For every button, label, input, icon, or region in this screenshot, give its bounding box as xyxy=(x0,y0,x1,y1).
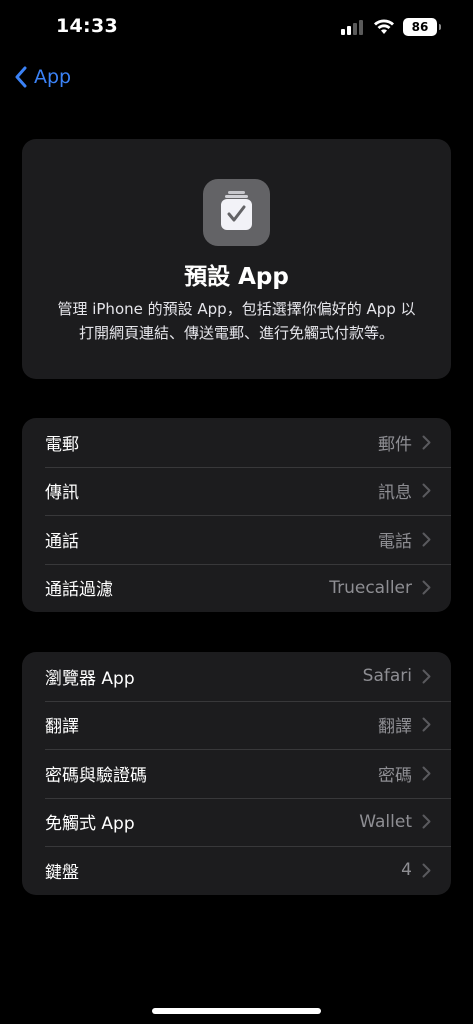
wifi-icon xyxy=(374,19,394,34)
description-line-1: 管理 iPhone 的預設 App，包括選擇你偏好的 App 以 xyxy=(57,300,416,318)
chevron-right-icon xyxy=(422,669,431,684)
home-indicator[interactable] xyxy=(152,1008,321,1014)
chevron-right-icon xyxy=(422,483,431,498)
row-label: 鍵盤 xyxy=(45,862,79,883)
chevron-right-icon xyxy=(422,580,431,595)
chevron-left-icon xyxy=(15,66,27,88)
row-label: 通話 xyxy=(45,531,79,552)
row-label: 瀏覽器 App xyxy=(45,668,135,689)
row-label: 電郵 xyxy=(45,434,79,455)
row-keyboards[interactable]: 鍵盤 4 xyxy=(22,846,451,895)
row-value: Wallet xyxy=(359,811,412,832)
row-value: 密碼 xyxy=(378,765,412,786)
description-line-2: 打開網頁連結、傳送電郵、進行免觸式付款等。 xyxy=(78,324,394,342)
battery-icon: 86 xyxy=(403,18,441,36)
back-label: App xyxy=(34,66,72,88)
header-card: 預設 App 管理 iPhone 的預設 App，包括選擇你偏好的 App 以 … xyxy=(22,139,451,379)
row-label: 免觸式 App xyxy=(45,814,135,835)
row-call-filtering[interactable]: 通話過濾 Truecaller xyxy=(22,563,451,613)
row-value: 郵件 xyxy=(378,434,412,455)
chevron-right-icon xyxy=(422,766,431,781)
chevron-right-icon xyxy=(422,717,431,732)
row-label: 通話過濾 xyxy=(45,580,113,601)
chevron-right-icon xyxy=(422,532,431,547)
row-value: 4 xyxy=(401,860,412,881)
row-translation[interactable]: 翻譯 翻譯 xyxy=(22,700,451,750)
status-time: 14:33 xyxy=(56,15,118,37)
row-label: 傳訊 xyxy=(45,483,79,504)
page-title: 預設 App xyxy=(184,264,289,290)
row-calls[interactable]: 通話 電話 xyxy=(22,515,451,564)
status-indicators: 86 xyxy=(341,18,441,36)
row-value: Truecaller xyxy=(329,577,412,598)
row-messaging[interactable]: 傳訊 訊息 xyxy=(22,466,451,516)
chevron-right-icon xyxy=(422,814,431,829)
row-passwords[interactable]: 密碼與驗證碼 密碼 xyxy=(22,749,451,798)
settings-group-apps: 瀏覽器 App Safari 翻譯 翻譯 密碼與驗證碼 密碼 免觸式 App W… xyxy=(22,652,451,895)
back-button[interactable]: App xyxy=(14,62,71,92)
row-mail[interactable]: 電郵 郵件 xyxy=(22,418,451,467)
page-description: 管理 iPhone 的預設 App，包括選擇你偏好的 App 以 打開網頁連結、… xyxy=(46,297,427,345)
settings-group-communication: 電郵 郵件 傳訊 訊息 通話 電話 通話過濾 Truecaller xyxy=(22,418,451,612)
status-bar: 14:33 86 xyxy=(0,0,473,56)
row-value: Safari xyxy=(362,666,412,687)
row-contactless-app[interactable]: 免觸式 App Wallet xyxy=(22,797,451,847)
default-apps-icon xyxy=(203,179,270,246)
chevron-right-icon xyxy=(422,863,431,878)
row-value: 翻譯 xyxy=(378,717,412,738)
chevron-right-icon xyxy=(422,435,431,450)
row-browser-app[interactable]: 瀏覽器 App Safari xyxy=(22,652,451,701)
row-label: 翻譯 xyxy=(45,717,79,738)
row-value: 訊息 xyxy=(378,483,412,504)
row-value: 電話 xyxy=(378,531,412,552)
row-label: 密碼與驗證碼 xyxy=(45,765,147,786)
signal-icon xyxy=(341,19,365,35)
